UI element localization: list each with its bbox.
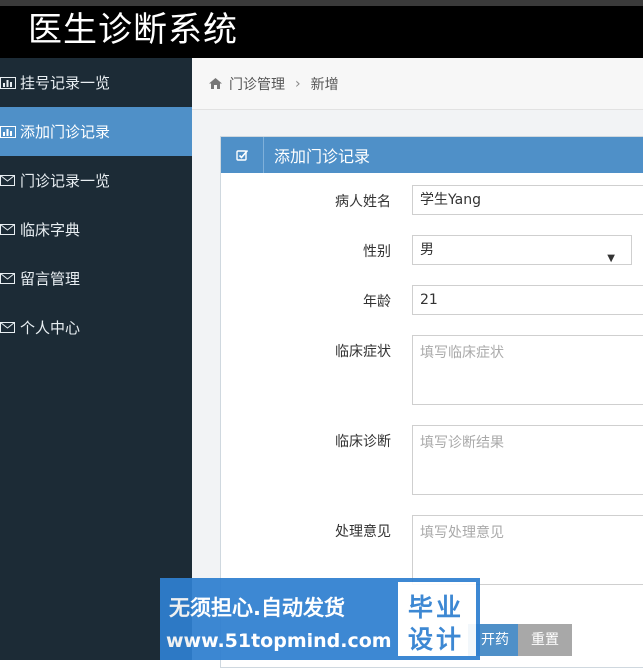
breadcrumb: 门诊管理 › 新增 (192, 58, 643, 110)
gender-selected-value: 男 (420, 242, 434, 258)
age-input[interactable]: 21 (412, 285, 643, 315)
field-label: 临床诊断 (335, 434, 391, 450)
edit-check-icon (221, 137, 264, 173)
watermark-badge-line2: 设计 (408, 625, 465, 654)
sidebar-item-label: 临床字典 (20, 221, 81, 239)
sidebar-item-registration-list[interactable]: 挂号记录一览 (0, 58, 192, 107)
home-icon[interactable] (209, 78, 222, 89)
main-content: 门诊管理 › 新增 添加门诊记录 病人姓名 学生Yang 性别 男 ▼ 年龄 2… (192, 58, 643, 668)
panel-header: 添加门诊记录 (221, 137, 643, 173)
top-bar: 医生诊断系统 (0, 0, 643, 58)
envelope-icon (0, 224, 20, 235)
app-title: 医生诊断系统 (28, 10, 238, 50)
sidebar-item-label: 挂号记录一览 (20, 74, 111, 92)
sidebar-item-add-clinic-record[interactable]: 添加门诊记录 (0, 107, 192, 156)
sidebar-item-label: 个人中心 (20, 319, 81, 337)
diagnosis-textarea[interactable] (412, 425, 643, 495)
envelope-icon (0, 175, 20, 186)
envelope-icon (0, 273, 20, 284)
sidebar-item-label: 留言管理 (20, 270, 81, 288)
watermark-badge-line1: 毕业 (408, 593, 465, 622)
bar-chart-icon (0, 76, 20, 89)
sidebar-item-clinical-dictionary[interactable]: 临床字典 (0, 205, 192, 254)
watermark-badge: 毕业 设计 (398, 582, 476, 656)
watermark-url: www.51topmind.com (166, 630, 392, 652)
sidebar-item-personal-center[interactable]: 个人中心 (0, 303, 192, 352)
sidebar-item-label: 添加门诊记录 (20, 123, 111, 141)
caret-down-icon: ▼ (607, 253, 615, 264)
breadcrumb-parent[interactable]: 门诊管理 (229, 74, 285, 94)
sidebar-item-label: 门诊记录一览 (20, 172, 111, 190)
opinion-textarea[interactable] (412, 515, 643, 585)
bar-chart-icon (0, 125, 20, 138)
patient-name-input[interactable]: 学生Yang (412, 185, 643, 215)
field-label: 处理意见 (335, 524, 391, 540)
field-label: 临床症状 (335, 344, 391, 360)
field-label: 年龄 (363, 294, 391, 310)
breadcrumb-separator: › (295, 75, 301, 92)
breadcrumb-current: 新增 (310, 76, 339, 93)
sidebar: 挂号记录一览 添加门诊记录 门诊记录一览 临床字典 留言管理 个人中心 (0, 58, 192, 660)
sidebar-item-message-management[interactable]: 留言管理 (0, 254, 192, 303)
watermark-slogan: 无须担心.自动发货 (169, 596, 345, 620)
field-label: 病人姓名 (335, 194, 391, 210)
watermark-banner: 无须担心.自动发货 www.51topmind.com 毕业 设计 (160, 578, 480, 660)
reset-button[interactable]: 重置 (518, 624, 572, 656)
field-label: 性别 (363, 244, 391, 260)
gender-select[interactable]: 男 ▼ (412, 235, 632, 265)
envelope-icon (0, 322, 20, 333)
sidebar-item-clinic-record-list[interactable]: 门诊记录一览 (0, 156, 192, 205)
panel-title: 添加门诊记录 (274, 147, 371, 166)
symptoms-textarea[interactable] (412, 335, 643, 405)
